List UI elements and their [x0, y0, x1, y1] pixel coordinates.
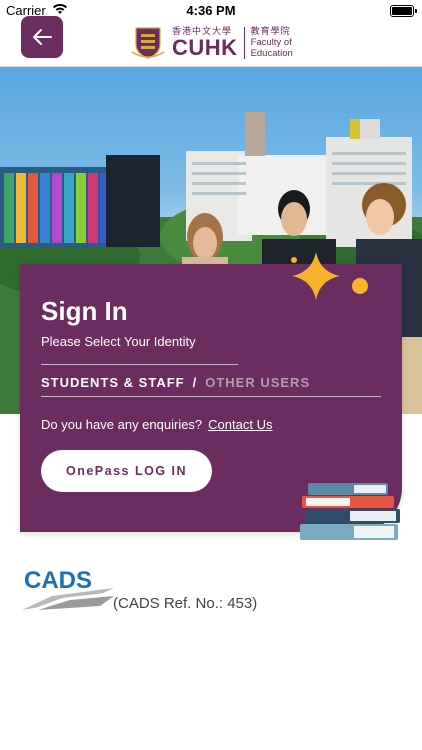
- tabs-divider: [41, 396, 381, 397]
- books-stack-icon: [300, 483, 400, 540]
- contact-us-link[interactable]: Contact Us: [208, 417, 272, 432]
- sign-in-subtitle: Please Select Your Identity: [41, 334, 196, 349]
- cads-logo: CADS: [22, 567, 114, 610]
- identity-tabs: STUDENTS & STAFF / OTHER USERS: [41, 375, 310, 390]
- status-time: 4:36 PM: [186, 3, 236, 18]
- enquiry-row: Do you have any enquiries? Contact Us: [41, 417, 272, 432]
- status-bar: Carrier 4:36 PM: [0, 0, 422, 22]
- enquiry-text: Do you have any enquiries?: [41, 417, 203, 432]
- sign-in-title: Sign In: [41, 296, 128, 326]
- sparkle-star-icon: [291, 252, 368, 300]
- battery-icon: [390, 5, 417, 17]
- logo-chinese-faculty: 教育學院: [250, 27, 291, 37]
- cuhk-logo: 香港中文大學 CUHK 教育學院 Faculty of Education: [130, 24, 293, 62]
- onepass-login-button[interactable]: OnePass LOG IN: [41, 450, 212, 492]
- logo-cuhk: CUHK: [172, 35, 238, 60]
- tab-students-staff[interactable]: STUDENTS & STAFF: [41, 375, 185, 390]
- logo-faculty-line1: Faculty of: [250, 37, 292, 48]
- active-tab-underline: [41, 364, 238, 365]
- cads-logo-text: CADS: [24, 567, 92, 594]
- arrow-left-icon: [33, 29, 52, 45]
- back-button[interactable]: [21, 16, 63, 58]
- logo-divider: [243, 27, 245, 59]
- cads-reference: (CADS Ref. No.: 453): [113, 595, 258, 612]
- tab-other-users[interactable]: OTHER USERS: [205, 375, 310, 390]
- logo-faculty-line2: Education: [250, 48, 293, 59]
- cuhk-crest-icon: [131, 27, 165, 59]
- tab-separator: /: [192, 375, 198, 390]
